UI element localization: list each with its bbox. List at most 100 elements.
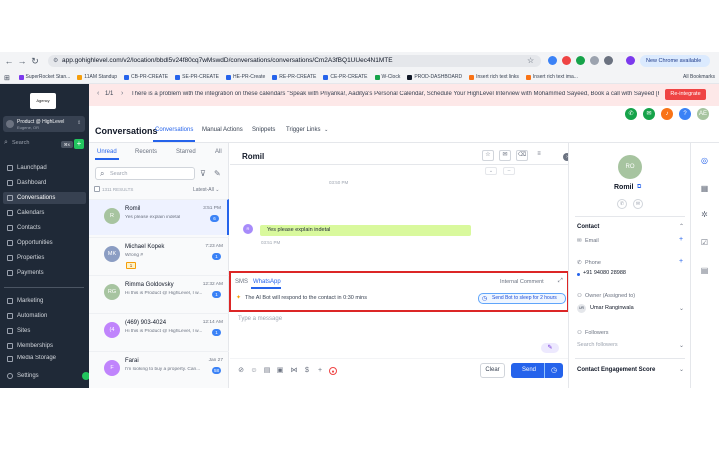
tab-trigger-links[interactable]: Trigger Links ⌄: [286, 127, 328, 133]
sidebar-item-dashboard[interactable]: Dashboard: [3, 177, 86, 189]
channel-tab-whatsapp[interactable]: WhatsApp: [253, 279, 281, 285]
bookmark-item[interactable]: Insert rich text ima...: [525, 71, 578, 83]
bookmark-item[interactable]: SE-PR-CREATE: [175, 71, 219, 83]
sidebar-item-marketing[interactable]: Marketing: [3, 295, 86, 307]
tab-unread[interactable]: Unread: [97, 149, 117, 155]
trash-icon[interactable]: ⌫: [516, 150, 528, 161]
conversation-item[interactable]: F Farai I'm looking to buy a property. Can…: [89, 351, 229, 387]
star-icon[interactable]: ☆: [482, 150, 494, 161]
phone-icon[interactable]: ✆: [625, 108, 637, 120]
sidebar-item-settings[interactable]: Settings: [3, 370, 86, 382]
bookmark-item[interactable]: HE-PR-Create: [226, 71, 265, 83]
template-icon[interactable]: ▣: [276, 367, 284, 375]
filter-icon[interactable]: ⊽: [200, 169, 206, 178]
select-all-checkbox[interactable]: [94, 186, 100, 192]
chevron-down-icon[interactable]: ⌄: [679, 366, 684, 373]
sidebar-item-calendars[interactable]: Calendars: [3, 207, 86, 219]
bookmark-item[interactable]: RE-PR-CREATE: [272, 71, 316, 83]
contact-profile-icon[interactable]: ◎: [699, 155, 710, 166]
mail-icon[interactable]: ✉: [633, 199, 643, 209]
sidebar-item-opportunities[interactable]: Opportunities: [3, 237, 86, 249]
bot-sleep-button[interactable]: ◷ Send Bot to sleep for 2 hours: [478, 293, 566, 304]
external-link-icon[interactable]: ⧉: [637, 184, 641, 191]
bookmark-item[interactable]: CB-PR-CREATE: [124, 71, 168, 83]
conversation-search-input[interactable]: ⌕ Search: [95, 167, 195, 180]
followers-search-input[interactable]: Search followers: [577, 342, 618, 348]
sidebar-search[interactable]: ⌕ Search ⌘K: [3, 138, 73, 150]
bookmark-item[interactable]: PROD-DASHBOARD: [407, 71, 462, 83]
calendar-icon[interactable]: ▦: [699, 183, 710, 194]
conversation-item[interactable]: (4 (469) 903-4024 Hi this is Product @ Hig…: [89, 313, 229, 349]
attachment-icon[interactable]: ⊘: [237, 367, 245, 375]
chevron-down-icon[interactable]: ⌄: [679, 342, 684, 349]
profile-avatar[interactable]: [626, 56, 635, 65]
sidebar-item-memberships[interactable]: Memberships: [3, 340, 86, 352]
chrome-update-button[interactable]: New Chrome available: [640, 55, 710, 67]
channel-tab-sms[interactable]: SMS: [235, 279, 248, 285]
chevron-left-icon[interactable]: ‹: [97, 90, 99, 97]
help-icon[interactable]: ?: [679, 108, 691, 120]
bookmark-item[interactable]: W-Clock: [374, 71, 400, 83]
extension-icon[interactable]: [562, 56, 571, 65]
tab-starred[interactable]: Starred: [176, 149, 196, 155]
reintegrate-button[interactable]: Re-integrate: [665, 89, 706, 100]
sidebar-item-contacts[interactable]: Contacts: [3, 222, 86, 234]
all-bookmarks[interactable]: All Bookmarks: [683, 71, 715, 83]
bookmark-item[interactable]: 11AM Standup: [77, 71, 117, 83]
notes-icon[interactable]: ▤: [699, 265, 710, 276]
workflow-icon[interactable]: ⋈: [290, 367, 298, 375]
forward-icon[interactable]: →: [17, 56, 27, 66]
sidebar-item-launchpad[interactable]: Launchpad: [3, 162, 86, 174]
sidebar-item-automation[interactable]: Automation: [3, 310, 86, 322]
internal-comment-tab[interactable]: Internal Comment: [500, 279, 544, 285]
location-switcher[interactable]: Product @ HighLevel Eugene, OR ⇕: [3, 116, 85, 132]
emoji-icon[interactable]: ☺: [250, 367, 258, 375]
reload-icon[interactable]: ↻: [30, 56, 40, 66]
conversation-item[interactable]: R Romil Yes please explain indetal 3:51 PM 6: [89, 199, 229, 235]
dollar-icon[interactable]: $: [303, 367, 311, 375]
extension-icon[interactable]: [548, 56, 557, 65]
schedule-send-icon[interactable]: ◷: [544, 363, 563, 378]
filter-lines-icon[interactable]: ≡: [533, 150, 545, 161]
add-phone-icon[interactable]: +: [679, 258, 683, 265]
tab-all[interactable]: All: [215, 149, 222, 155]
tab-manual-actions[interactable]: Manual Actions: [202, 127, 243, 133]
bookmark-item[interactable]: CE-PR-CREATE: [323, 71, 368, 83]
tab-snippets[interactable]: Snippets: [252, 127, 275, 133]
site-info-icon[interactable]: ⚙: [53, 57, 58, 64]
plus-icon[interactable]: +: [316, 367, 324, 375]
add-email-icon[interactable]: +: [679, 236, 683, 243]
puzzle-icon[interactable]: [604, 56, 613, 65]
bookmark-apps-icon[interactable]: ⊞: [4, 72, 10, 84]
back-icon[interactable]: ←: [4, 56, 14, 66]
conversation-item[interactable]: RG Rimma Goldovsky Hi this is Product @ Hi…: [89, 275, 229, 311]
chevron-right-icon[interactable]: ›: [121, 90, 123, 97]
bookmark-item[interactable]: Insert rich text links: [469, 71, 519, 83]
bookmark-star-icon[interactable]: ☆: [527, 56, 534, 65]
sidebar-item-properties[interactable]: Properties: [3, 252, 86, 264]
more-icon[interactable]: ⌄: [485, 167, 497, 175]
tab-conversations[interactable]: Conversations: [155, 127, 193, 133]
mail-icon[interactable]: ✉: [499, 150, 511, 161]
sidebar-item-payments[interactable]: Payments: [3, 267, 86, 279]
user-avatar[interactable]: AE: [697, 108, 709, 120]
expand-icon[interactable]: ⤢: [558, 278, 563, 285]
owner-value[interactable]: Umar Ranginwala: [590, 305, 634, 311]
ai-assist-icon[interactable]: ✎: [541, 343, 559, 353]
quick-add-button[interactable]: +: [74, 139, 84, 149]
bookmark-item[interactable]: SuperRocket Stan...: [18, 71, 70, 83]
phone-value[interactable]: +91 94080 28988: [583, 270, 626, 276]
sidebar-item-conversations[interactable]: Conversations: [3, 192, 86, 204]
phone-icon[interactable]: ✆: [617, 199, 627, 209]
extension-icon[interactable]: [590, 56, 599, 65]
chat-icon[interactable]: ✉: [643, 108, 655, 120]
sidebar-item-media-storage[interactable]: Media Storage: [3, 355, 86, 362]
minus-icon[interactable]: –: [503, 167, 515, 175]
tab-recents[interactable]: Recents: [135, 149, 157, 155]
message-input[interactable]: Type a message: [238, 316, 282, 322]
integrations-icon[interactable]: ✲: [699, 209, 710, 220]
clear-button[interactable]: Clear: [480, 363, 505, 378]
sort-dropdown[interactable]: Latest-All ⌄: [193, 187, 219, 193]
conversation-item[interactable]: MK Michael Kopek Wrong # 7:23 AM 1 1: [89, 237, 229, 273]
sidebar-item-sites[interactable]: Sites: [3, 325, 86, 337]
